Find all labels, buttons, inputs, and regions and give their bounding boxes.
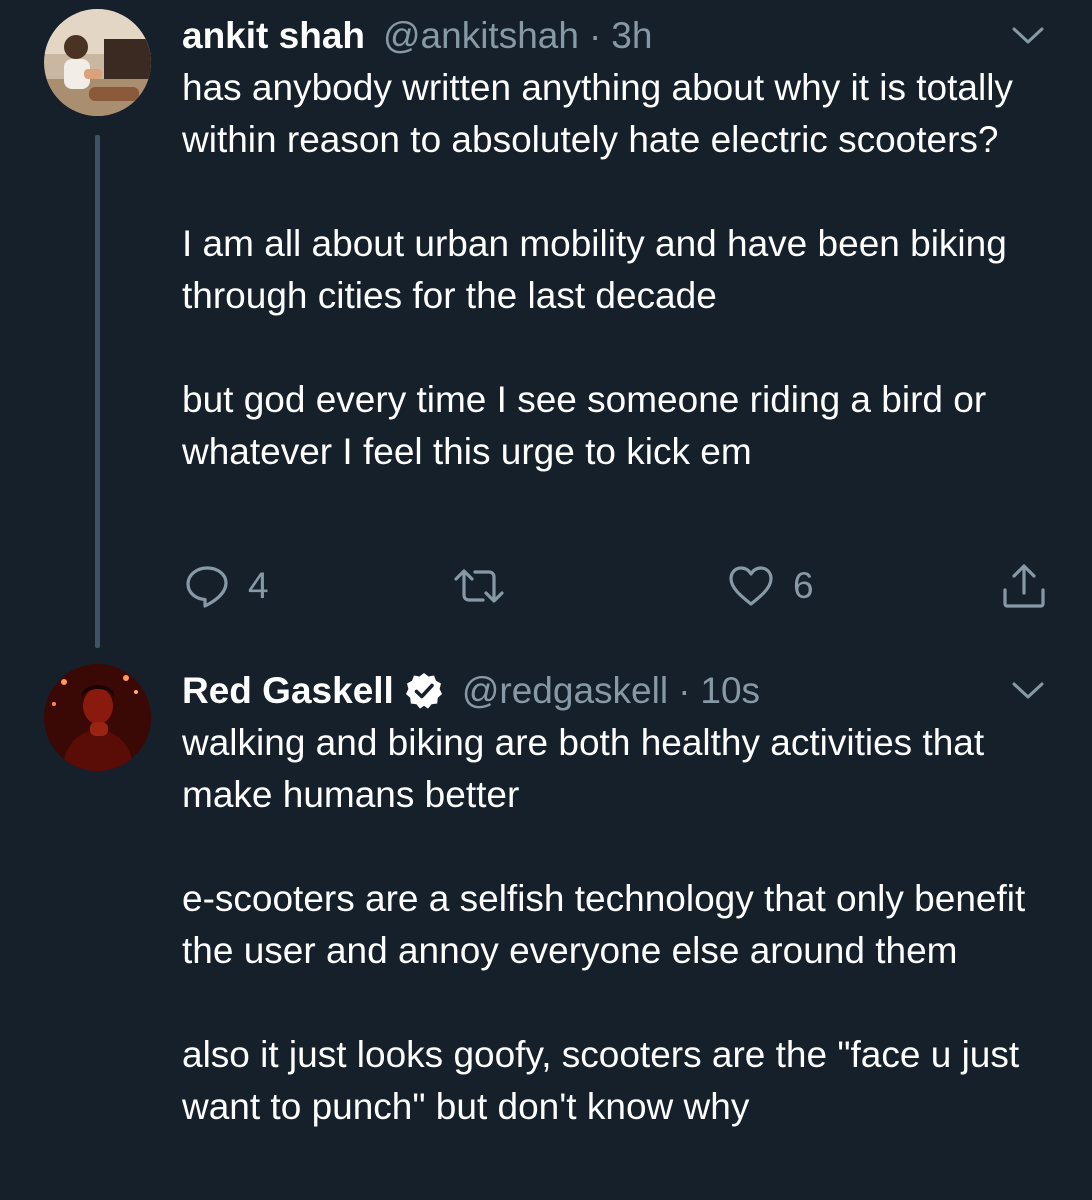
tweet[interactable]: ankit shah @ankitshah · 3h has anybody w…: [0, 0, 1092, 650]
verified-badge-icon: [404, 671, 444, 711]
avatar-image: [44, 9, 151, 116]
tweet-paragraph: also it just looks goofy, scooters are t…: [182, 1034, 1020, 1127]
reply-button[interactable]: 4: [184, 556, 269, 616]
avatar[interactable]: [44, 664, 151, 771]
separator-dot: ·: [588, 15, 602, 56]
display-name[interactable]: ankit shah: [182, 15, 365, 57]
like-count: 6: [793, 565, 814, 606]
display-name[interactable]: Red Gaskell: [182, 670, 394, 712]
timestamp[interactable]: 10s: [700, 670, 760, 712]
timestamp[interactable]: 3h: [611, 15, 652, 57]
like-button[interactable]: 6: [727, 556, 814, 616]
tweet-paragraph: but god every time I see someone riding …: [182, 379, 987, 472]
tweet[interactable]: Red Gaskell @redgaskell · 10s walking an…: [0, 650, 1092, 1200]
reply-icon: [186, 566, 228, 608]
tweet-paragraph: walking and biking are both healthy acti…: [182, 722, 985, 815]
chevron-down-icon[interactable]: [1012, 681, 1044, 701]
tweet-text: walking and biking are both healthy acti…: [182, 717, 1062, 1185]
reply-count: 4: [248, 565, 269, 606]
username-handle[interactable]: @redgaskell: [462, 670, 668, 712]
tweet-paragraph: e-scooters are a selfish technology that…: [182, 878, 1026, 971]
tweet-header: ankit shah @ankitshah · 3h: [182, 10, 962, 62]
tweet-paragraph: I am all about urban mobility and have b…: [182, 223, 1007, 316]
share-icon: [1003, 564, 1045, 608]
retweet-icon: [454, 569, 504, 603]
tweet-paragraph: has anybody written anything about why i…: [182, 67, 1013, 160]
tweet-actions: 4 6: [182, 556, 1052, 616]
username-handle[interactable]: @ankitshah: [383, 15, 579, 57]
share-button[interactable]: [1000, 556, 1048, 616]
avatar-image: [44, 664, 151, 771]
thread-connector-line: [95, 135, 100, 648]
avatar[interactable]: [44, 9, 151, 116]
tweet-header: Red Gaskell @redgaskell · 10s: [182, 665, 962, 717]
separator-dot: ·: [678, 670, 691, 711]
chevron-down-icon[interactable]: [1012, 26, 1044, 46]
like-icon: [729, 566, 773, 606]
retweet-button[interactable]: [452, 556, 524, 616]
tweet-text: has anybody written anything about why i…: [182, 62, 1062, 530]
